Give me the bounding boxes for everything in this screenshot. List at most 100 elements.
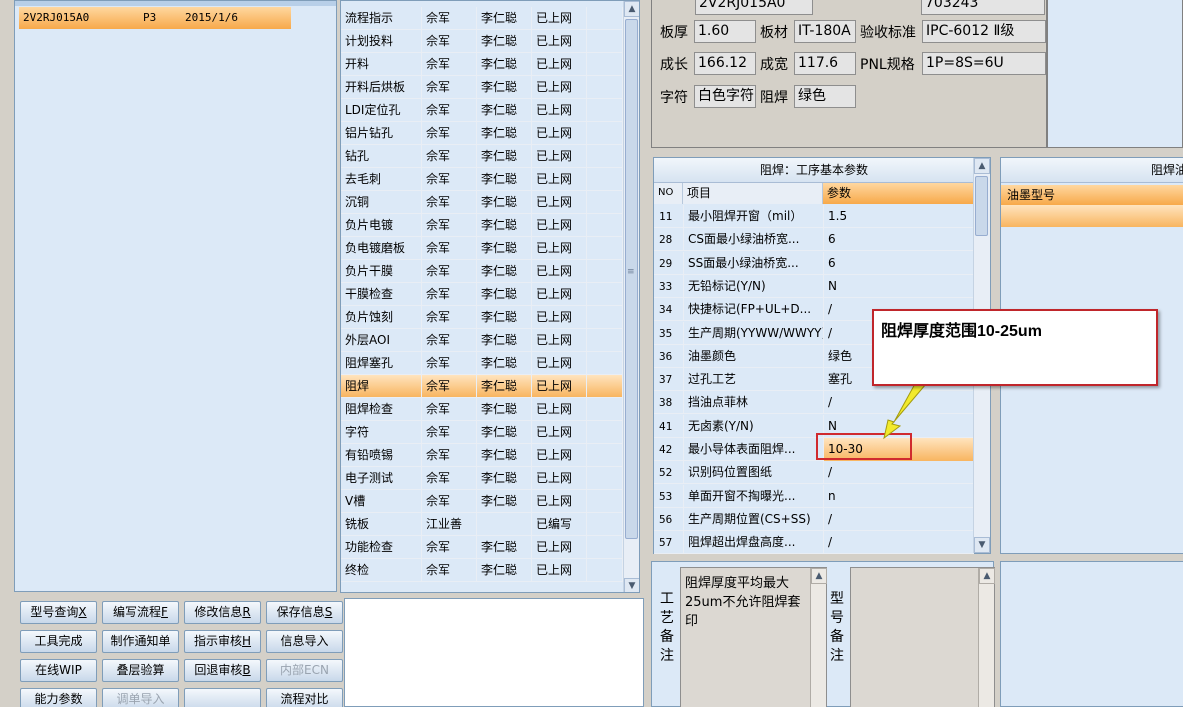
action-button-3[interactable]: 修改信息R <box>184 601 261 624</box>
scroll-up-icon[interactable]: ▲ <box>811 568 827 584</box>
action-button-6[interactable]: 制作通知单 <box>102 630 179 653</box>
model-remark-textarea[interactable]: ▲ <box>850 567 995 707</box>
remark-scrollbar[interactable]: ▲ <box>978 568 995 707</box>
action-button-13[interactable]: 能力参数 <box>20 688 97 707</box>
process-row[interactable]: 铝片钻孔 佘军 李仁聪 已上网 <box>341 122 623 145</box>
scroll-down-icon[interactable]: ▼ <box>624 578 639 592</box>
process-scrollbar[interactable]: ▲ ≡ ▼ <box>623 1 639 592</box>
param-no: 57 <box>659 536 673 550</box>
process-row[interactable]: 负电镀磨板 佘军 李仁聪 已上网 <box>341 237 623 260</box>
button-hotkey: B <box>242 663 251 677</box>
param-row[interactable]: 11 最小阻焊开窗（mil） 1.5 <box>654 205 974 228</box>
scroll-thumb[interactable] <box>625 19 638 539</box>
process-note-box[interactable] <box>344 598 644 707</box>
process-row[interactable]: 功能检查 佘军 李仁聪 已上网 <box>341 536 623 559</box>
process-row[interactable]: 负片干膜 佘军 李仁聪 已上网 <box>341 260 623 283</box>
process-row[interactable]: 字符 佘军 李仁聪 已上网 <box>341 421 623 444</box>
process-cell: 佘军 <box>422 559 477 582</box>
mask-color-field[interactable]: 绿色 <box>794 85 856 108</box>
process-remark-textarea[interactable]: 阻焊厚度平均最大25um不允许阻焊套印 ▲ <box>680 567 827 707</box>
mask-label: 阻焊 <box>760 90 788 106</box>
scroll-up-icon[interactable]: ▲ <box>624 1 639 17</box>
process-cell: 李仁聪 <box>477 375 532 398</box>
param-row[interactable]: 29 SS面最小绿油桥宽... 6 <box>654 251 974 275</box>
process-row[interactable]: V槽 佘军 李仁聪 已上网 <box>341 490 623 513</box>
info-side-panel <box>1047 0 1183 148</box>
remark-scrollbar[interactable]: ▲ <box>810 568 827 707</box>
param-row[interactable]: 53 单面开窗不掏曝光... n <box>654 484 974 508</box>
process-row[interactable]: 外层AOI 佘军 李仁聪 已上网 <box>341 329 623 352</box>
process-cell: 去毛刺 <box>341 168 422 191</box>
process-row[interactable]: 阻焊 佘军 李仁聪 已上网 <box>341 375 623 398</box>
action-button-14[interactable]: 调单导入 <box>102 688 179 707</box>
material-field[interactable]: IT-180A <box>794 20 856 43</box>
process-row[interactable]: 电子测试 佘军 李仁聪 已上网 <box>341 467 623 490</box>
process-cell: 李仁聪 <box>477 76 532 99</box>
process-row[interactable]: 钻孔 佘军 李仁聪 已上网 <box>341 145 623 168</box>
action-button-2[interactable]: 编写流程F <box>102 601 179 624</box>
action-button-7[interactable]: 指示审核H <box>184 630 261 653</box>
process-step-grid[interactable]: 流程指示 佘军 李仁聪 已上网 计划投料 佘军 李仁聪 已上网 开料 佘军 李仁聪 已上网 开料后烘板佘… <box>340 0 640 593</box>
process-row[interactable]: 负片蚀刻 佘军 李仁聪 已上网 <box>341 306 623 329</box>
param-row[interactable]: 56 生产周期位置(CS+SS) / <box>654 507 974 531</box>
header-value[interactable]: 参数 <box>823 183 974 204</box>
param-row[interactable]: 28 CS面最小绿油桥宽... 6 <box>654 228 974 252</box>
pnl-field[interactable]: 1P=8S=6U <box>922 52 1046 75</box>
ink-row-selected[interactable] <box>1001 205 1183 227</box>
standard-field[interactable]: IPC-6012 Ⅱ级 <box>922 20 1046 43</box>
scroll-up-icon[interactable]: ▲ <box>974 158 990 174</box>
process-row[interactable]: LDI定位孔 佘军 李仁聪 已上网 <box>341 99 623 122</box>
param-row[interactable]: 52 识别码位置图纸 / <box>654 461 974 485</box>
process-row[interactable]: 开料后烘板 佘军 李仁聪 已上网 <box>341 76 623 99</box>
process-cell <box>587 352 623 375</box>
action-button-15[interactable] <box>184 688 261 707</box>
action-button-5[interactable]: 工具完成 <box>20 630 97 653</box>
model-number-field[interactable]: 2V2RJ015A0 <box>695 0 813 15</box>
process-row[interactable]: 计划投料 佘军 李仁聪 已上网 <box>341 30 623 53</box>
param-item: 过孔工艺 <box>683 368 823 392</box>
param-no: 33 <box>659 279 673 293</box>
process-row[interactable]: 有铅喷锡 佘军 李仁聪 已上网 <box>341 444 623 467</box>
process-cell: 李仁聪 <box>477 214 532 237</box>
process-cell: 李仁聪 <box>477 421 532 444</box>
action-button-8[interactable]: 信息导入 <box>266 630 343 653</box>
process-row[interactable]: 铣板 江业善 已编写 <box>341 513 623 536</box>
action-button-1[interactable]: 型号查询X <box>20 601 97 624</box>
width-field[interactable]: 117.6 <box>794 52 856 75</box>
process-row[interactable]: 干膜检查 佘军 李仁聪 已上网 <box>341 283 623 306</box>
param-row[interactable]: 42 最小导体表面阻焊... 10-30 <box>654 438 974 461</box>
process-row[interactable]: 终检 佘军 李仁聪 已上网 <box>341 559 623 582</box>
action-button-16[interactable]: 流程对比 <box>266 688 343 707</box>
header-no[interactable]: NO <box>654 183 683 204</box>
order-row-selected[interactable]: 2V2RJ015A0 P3 2015/1/6 <box>19 7 291 29</box>
button-label: 工具完成 <box>34 634 83 648</box>
process-row[interactable]: 沉铜 佘军 李仁聪 已上网 <box>341 191 623 214</box>
action-button-4[interactable]: 保存信息S <box>266 601 343 624</box>
param-no: 38 <box>659 396 673 410</box>
param-row[interactable]: 57 阻焊超出焊盘高度... / <box>654 531 974 555</box>
process-row[interactable]: 阻焊塞孔 佘军 李仁聪 已上网 <box>341 352 623 375</box>
header-item[interactable]: 项目 <box>683 183 823 204</box>
action-button-11[interactable]: 回退审核B <box>184 659 261 682</box>
char-color-field[interactable]: 白色字符 <box>694 85 756 108</box>
process-row[interactable]: 流程指示 佘军 李仁聪 已上网 <box>341 7 623 30</box>
process-row[interactable]: 阻焊检查 佘军 李仁聪 已上网 <box>341 398 623 421</box>
length-field[interactable]: 166.12 <box>694 52 756 75</box>
scroll-thumb[interactable] <box>975 176 988 236</box>
action-button-10[interactable]: 叠层验算 <box>102 659 179 682</box>
process-cell <box>477 513 532 536</box>
action-button-12[interactable]: 内部ECN <box>266 659 343 682</box>
process-row[interactable]: 去毛刺 佘军 李仁聪 已上网 <box>341 168 623 191</box>
param-row[interactable]: 33 无铅标记(Y/N) N <box>654 274 974 298</box>
scroll-down-icon[interactable]: ▼ <box>974 537 990 553</box>
work-order-field[interactable]: 703243 <box>921 0 1045 15</box>
ink-model-header[interactable]: 油墨型号 <box>1001 185 1183 205</box>
callout-arrow-icon <box>883 381 927 440</box>
thickness-field[interactable]: 1.60 <box>694 20 756 43</box>
button-label: 能力参数 <box>34 692 83 706</box>
action-button-9[interactable]: 在线WIP <box>20 659 97 682</box>
scroll-up-icon[interactable]: ▲ <box>979 568 995 584</box>
process-cell: 开料后烘板 <box>341 76 422 99</box>
process-row[interactable]: 负片电镀 佘军 李仁聪 已上网 <box>341 214 623 237</box>
process-row[interactable]: 开料 佘军 李仁聪 已上网 <box>341 53 623 76</box>
